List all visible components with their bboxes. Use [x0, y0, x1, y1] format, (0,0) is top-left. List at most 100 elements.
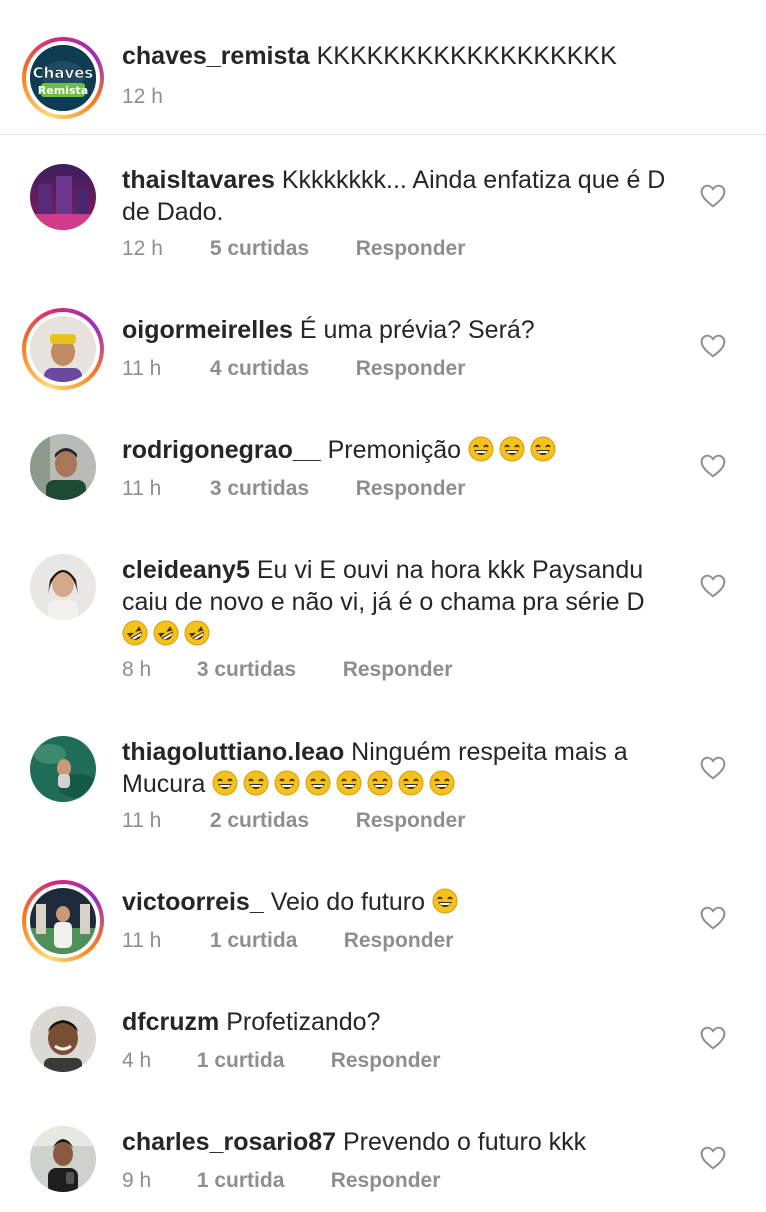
grinning-sweat-face-icon	[429, 770, 455, 796]
comment-username[interactable]: charles_rosario87	[122, 1128, 336, 1156]
reply-button[interactable]: Responder	[343, 657, 453, 683]
avatar[interactable]	[30, 164, 96, 230]
emoji-group	[432, 888, 463, 916]
comment-username[interactable]: dfcruzm	[122, 1008, 219, 1036]
heart-icon[interactable]	[700, 574, 726, 598]
comment-username[interactable]: victoorreis_	[122, 888, 264, 916]
likes-count[interactable]: 1 curtida	[197, 1168, 325, 1194]
reply-button[interactable]: Responder	[331, 1168, 441, 1194]
comment-text: charles_rosario87 Prevendo o futuro kkk	[122, 1126, 682, 1158]
reply-button[interactable]: Responder	[356, 356, 466, 382]
comment-meta: 11 h 1 curtida Responder	[122, 928, 453, 954]
grinning-sweat-face-icon	[336, 770, 362, 796]
grinning-sweat-face-icon	[367, 770, 393, 796]
comment-meta: 12 h 5 curtidas Responder	[122, 236, 465, 262]
heart-icon[interactable]	[700, 334, 726, 358]
comment-meta: 8 h 3 curtidas Responder	[122, 657, 452, 683]
logo-line1: Chaves	[33, 64, 94, 82]
comment-meta: 11 h 3 curtidas Responder	[122, 476, 465, 502]
comment-time: 4 h	[122, 1049, 152, 1072]
comment-body: Prevendo o futuro kkk	[342, 1128, 587, 1156]
comment-time: 11 h	[122, 929, 162, 952]
likes-count[interactable]: 4 curtidas	[210, 356, 350, 382]
emoji-group	[468, 436, 561, 464]
comment-time: 11 h	[122, 809, 162, 832]
reply-button[interactable]: Responder	[344, 928, 454, 954]
avatar-image	[30, 316, 96, 382]
grinning-sweat-face-icon	[398, 770, 424, 796]
likes-count[interactable]: 5 curtidas	[210, 236, 350, 262]
avatar-image	[30, 434, 96, 500]
comment-body: Premonição	[327, 436, 462, 464]
comment-meta: 9 h 1 curtida Responder	[122, 1168, 440, 1194]
comment-text: dfcruzm Profetizando?	[122, 1006, 682, 1038]
avatar[interactable]	[22, 880, 104, 962]
comment-meta: 11 h 4 curtidas Responder	[122, 356, 465, 382]
avatar[interactable]	[22, 308, 104, 390]
grinning-sweat-face-icon	[530, 436, 556, 462]
grinning-sweat-face-icon	[432, 888, 458, 914]
heart-icon[interactable]	[700, 454, 726, 478]
reply-button[interactable]: Responder	[356, 808, 466, 834]
emoji-group	[122, 620, 215, 648]
emoji-group	[212, 770, 460, 798]
grinning-sweat-face-icon	[243, 770, 269, 796]
avatar[interactable]	[30, 554, 96, 620]
avatar-image	[30, 554, 96, 620]
comment-username[interactable]: thaisltavares	[122, 166, 275, 194]
likes-count[interactable]: 1 curtida	[210, 928, 338, 954]
chaves-remista-logo-icon: Chaves Remista	[30, 45, 96, 111]
rolling-laughing-face-icon	[153, 620, 179, 646]
reply-button[interactable]: Responder	[356, 236, 466, 262]
comment-username[interactable]: thiagoluttiano.leao	[122, 738, 344, 766]
avatar-image	[30, 736, 96, 802]
comment-text: oigormeirelles É uma prévia? Será?	[122, 314, 682, 346]
comment-text: victoorreis_ Veio do futuro	[122, 886, 682, 918]
grinning-sweat-face-icon	[274, 770, 300, 796]
heart-icon[interactable]	[700, 906, 726, 930]
comment-text: cleideany5 Eu vi E ouvi na hora kkk Pays…	[122, 554, 682, 650]
caption-avatar[interactable]: Chaves Remista	[22, 37, 104, 119]
avatar[interactable]	[30, 1006, 96, 1072]
caption-time: 12 h	[122, 85, 163, 108]
logo-line2: Remista	[38, 84, 88, 97]
avatar[interactable]	[30, 736, 96, 802]
comment-username[interactable]: oigormeirelles	[122, 316, 293, 344]
comment-meta: 11 h 2 curtidas Responder	[122, 808, 465, 834]
reply-button[interactable]: Responder	[331, 1048, 441, 1074]
comment-body: É uma prévia? Será?	[299, 316, 535, 344]
comment-time: 12 h	[122, 237, 163, 260]
grinning-sweat-face-icon	[305, 770, 331, 796]
caption-text: chaves_remista KKKKKKKKKKKKKKKKKK	[122, 40, 682, 72]
rolling-laughing-face-icon	[122, 620, 148, 646]
reply-button[interactable]: Responder	[356, 476, 466, 502]
comment-time: 8 h	[122, 658, 152, 681]
avatar-image	[30, 1126, 96, 1192]
heart-icon[interactable]	[700, 1026, 726, 1050]
comment-meta: 4 h 1 curtida Responder	[122, 1048, 440, 1074]
comment-text: rodrigonegrao__ Premonição	[122, 434, 682, 466]
likes-count[interactable]: 1 curtida	[197, 1048, 325, 1074]
comment-username[interactable]: rodrigonegrao__	[122, 436, 321, 464]
avatar[interactable]	[30, 434, 96, 500]
likes-count[interactable]: 3 curtidas	[210, 476, 350, 502]
caption-username[interactable]: chaves_remista	[122, 42, 310, 70]
avatar[interactable]	[30, 1126, 96, 1192]
avatar-image	[30, 1006, 96, 1072]
comment-text: thiagoluttiano.leao Ninguém respeita mai…	[122, 736, 682, 800]
grinning-sweat-face-icon	[468, 436, 494, 462]
grinning-sweat-face-icon	[212, 770, 238, 796]
avatar-image	[30, 888, 96, 954]
comment-time: 11 h	[122, 357, 162, 380]
comment-username[interactable]: cleideany5	[122, 556, 250, 584]
comment-body: Profetizando?	[226, 1008, 381, 1036]
heart-icon[interactable]	[700, 756, 726, 780]
likes-count[interactable]: 2 curtidas	[210, 808, 350, 834]
heart-icon[interactable]	[700, 184, 726, 208]
likes-count[interactable]: 3 curtidas	[197, 657, 337, 683]
heart-icon[interactable]	[700, 1146, 726, 1170]
post-caption: Chaves Remista chaves_remista KKKKKKKKKK…	[0, 0, 766, 135]
caption-body: KKKKKKKKKKKKKKKKKK	[316, 42, 617, 70]
rolling-laughing-face-icon	[184, 620, 210, 646]
comment-text: thaisltavares Kkkkkkkk... Ainda enfatiza…	[122, 164, 682, 228]
